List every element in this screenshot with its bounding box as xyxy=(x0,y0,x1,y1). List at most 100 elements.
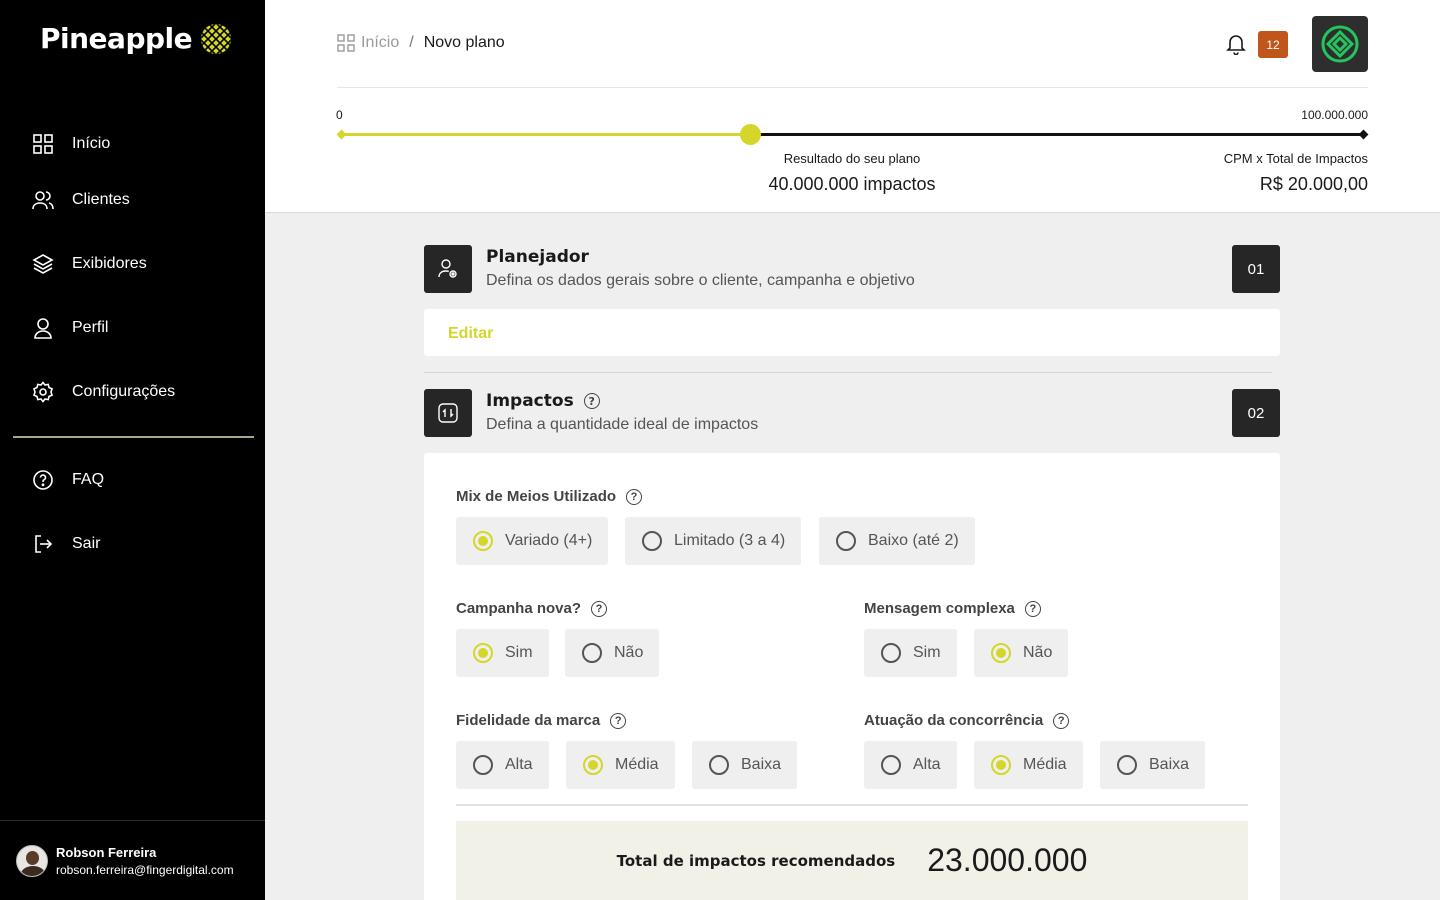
radio-icon xyxy=(473,531,493,551)
breadcrumb-current: Novo plano xyxy=(423,34,505,51)
breadcrumb-home-label: Início xyxy=(361,34,400,51)
layers-icon xyxy=(32,254,54,274)
slider-start-marker xyxy=(336,129,347,140)
question-complex-message: Mensagem complexa ? xyxy=(864,600,1041,617)
option-mix-limitado[interactable]: Limitado (3 a 4) xyxy=(625,517,802,565)
sidebar-item-perfil[interactable]: Perfil xyxy=(32,317,108,339)
option-label: Variado (4+) xyxy=(505,532,593,549)
help-icon[interactable]: ? xyxy=(1053,712,1070,729)
notification-badge[interactable]: 12 xyxy=(1258,31,1288,58)
help-icon[interactable]: ? xyxy=(591,600,608,617)
gear-icon xyxy=(33,381,53,403)
users-icon xyxy=(32,191,54,210)
help-icon xyxy=(33,470,53,490)
slider-fill xyxy=(341,133,751,136)
slider-min-label: 0 xyxy=(336,108,343,122)
slider-thumb[interactable] xyxy=(740,124,762,145)
option-label: Baixa xyxy=(1149,756,1190,773)
radio-icon xyxy=(473,755,493,775)
grid-icon xyxy=(337,34,355,52)
pineapple-logo-icon xyxy=(201,23,232,54)
option-label: Sim xyxy=(913,644,941,661)
radio-icon xyxy=(642,531,662,551)
option-brand-loyalty-alta[interactable]: Alta xyxy=(456,741,549,789)
help-icon[interactable]: ? xyxy=(583,393,600,409)
help-icon[interactable]: ? xyxy=(626,488,643,505)
slider-end-marker xyxy=(1358,129,1369,140)
client-logo-icon xyxy=(1321,25,1359,63)
user-icon xyxy=(34,318,52,339)
radio-icon xyxy=(709,755,729,775)
bell-icon[interactable] xyxy=(1226,33,1246,55)
sidebar: Pineapple Início Clientes Exibidores Per… xyxy=(0,0,265,900)
step-title: Planejador xyxy=(486,247,589,267)
sidebar-item-exibidores[interactable]: Exibidores xyxy=(32,253,147,275)
option-competition-alta[interactable]: Alta xyxy=(864,741,957,789)
question-label: Atuação da concorrência xyxy=(864,712,1044,729)
option-label: Não xyxy=(1023,644,1053,661)
option-label: Não xyxy=(614,644,644,661)
radio-icon xyxy=(881,755,901,775)
edit-link[interactable]: Editar xyxy=(448,325,493,343)
avatar xyxy=(16,844,48,877)
option-complex-message-sim[interactable]: Sim xyxy=(864,629,957,677)
sidebar-item-configuracoes[interactable]: Configurações xyxy=(32,381,175,403)
question-label: Mensagem complexa xyxy=(864,600,1015,617)
option-mix-baixo[interactable]: Baixo (até 2) xyxy=(819,517,975,565)
option-competition-media[interactable]: Média xyxy=(974,741,1083,789)
sidebar-item-faq[interactable]: FAQ xyxy=(32,469,104,491)
sidebar-item-label: Clientes xyxy=(72,191,130,208)
user-name: Robson Ferreira xyxy=(56,844,157,860)
step-number: 01 xyxy=(1232,245,1280,293)
sidebar-item-label: Início xyxy=(72,135,111,152)
breadcrumb-home[interactable]: Início xyxy=(337,34,399,52)
result-label: Resultado do seu plano xyxy=(783,151,921,166)
impacts-slider[interactable] xyxy=(336,124,1369,145)
option-brand-loyalty-baixa[interactable]: Baixa xyxy=(692,741,798,789)
step-title-text: Planejador xyxy=(486,247,589,267)
sidebar-item-clientes[interactable]: Clientes xyxy=(32,189,130,211)
help-icon[interactable]: ? xyxy=(610,712,627,729)
option-label: Alta xyxy=(913,756,941,773)
step-planner: Planejador Defina os dados gerais sobre … xyxy=(424,245,1280,293)
step-subtitle: Defina os dados gerais sobre o cliente, … xyxy=(486,272,915,289)
header: Início / Novo plano 12 0 100.000.000 Res… xyxy=(265,0,1440,213)
option-competition-baixa[interactable]: Baixa xyxy=(1100,741,1206,789)
impacts-form: Mix de Meios Utilizado ? Variado (4+) Li… xyxy=(424,453,1280,900)
step-planner-icon-box xyxy=(424,245,472,293)
user-profile[interactable]: Robson Ferreira robson.ferreira@fingerdi… xyxy=(0,820,265,900)
sidebar-divider xyxy=(13,436,254,438)
option-label: Média xyxy=(615,756,659,773)
radio-icon xyxy=(583,755,603,775)
help-icon[interactable]: ? xyxy=(1024,600,1041,617)
option-label: Baixa xyxy=(741,756,782,773)
logo[interactable]: Pineapple xyxy=(40,22,232,55)
radio-icon xyxy=(836,531,856,551)
total-impacts-label: Total de impactos recomendados xyxy=(616,851,896,870)
option-label: Alta xyxy=(505,756,533,773)
option-new-campaign-sim[interactable]: Sim xyxy=(456,629,549,677)
account-switcher[interactable] xyxy=(1312,16,1368,72)
option-mix-variado[interactable]: Variado (4+) xyxy=(456,517,609,565)
step-impacts-icon-box xyxy=(424,389,472,437)
radio-icon xyxy=(473,643,493,663)
sidebar-item-inicio[interactable]: Início xyxy=(32,133,110,155)
option-complex-message-nao[interactable]: Não xyxy=(974,629,1069,677)
radio-icon xyxy=(1117,755,1137,775)
sidebar-item-sair[interactable]: Sair xyxy=(32,533,100,555)
user-info: Robson Ferreira robson.ferreira@fingerdi… xyxy=(56,845,234,877)
sidebar-item-label: Configurações xyxy=(72,383,176,400)
user-settings-icon xyxy=(438,259,457,278)
sidebar-item-label: Perfil xyxy=(72,319,109,336)
option-label: Limitado (3 a 4) xyxy=(674,532,786,549)
option-new-campaign-nao[interactable]: Não xyxy=(565,629,660,677)
step-number: 02 xyxy=(1232,389,1280,437)
cpm-label: CPM x Total de Impactos xyxy=(1223,151,1368,166)
sidebar-item-label: FAQ xyxy=(72,471,105,488)
question-mix: Mix de Meios Utilizado ? xyxy=(456,488,643,505)
step-impacts: Impactos ? Defina a quantidade ideal de … xyxy=(424,389,1280,437)
logout-icon xyxy=(35,535,53,553)
breadcrumb-separator: / xyxy=(409,34,414,51)
question-brand-loyalty: Fidelidade da marca ? xyxy=(456,712,627,729)
option-brand-loyalty-media[interactable]: Média xyxy=(566,741,675,789)
